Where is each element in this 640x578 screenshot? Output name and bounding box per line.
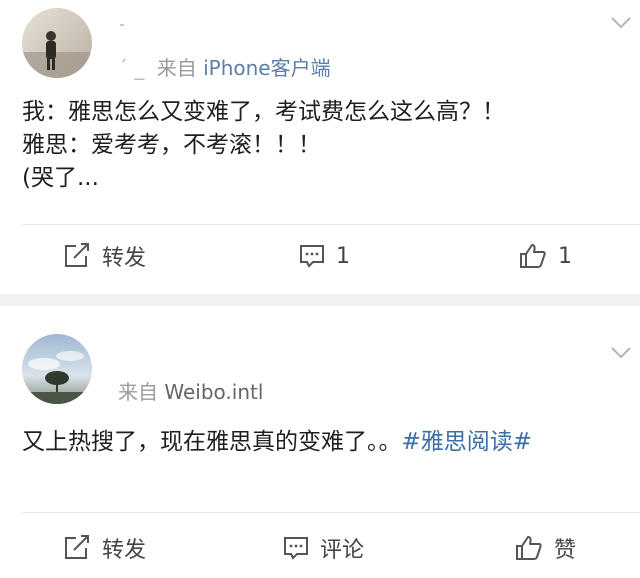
post-source: ˊ _ 来自 iPhone客户端 <box>118 56 331 80</box>
source-device-link[interactable]: iPhone客户端 <box>203 56 331 80</box>
source-device-link[interactable]: Weibo.intl <box>164 380 263 404</box>
weibo-post-1: ˊ _ 来自 iPhone客户端 我：雅思怎么又变难了，考试费怎么这么高？！ 雅… <box>0 0 640 294</box>
like-label: 赞 <box>554 538 577 563</box>
divider <box>22 512 640 513</box>
repost-icon <box>65 243 89 267</box>
comment-count: 1 <box>336 243 350 269</box>
like-icon <box>520 244 546 268</box>
user-avatar[interactable] <box>22 334 92 404</box>
repost-label: 转发 <box>102 538 147 563</box>
comment-button[interactable]: 评论 <box>282 524 364 572</box>
user-avatar[interactable] <box>22 8 92 78</box>
post-content: 我：雅思怎么又变难了，考试费怎么这么高？！ 雅思：爱考考，不考滚！！！ (哭了.… <box>22 96 622 195</box>
like-count: 1 <box>558 243 572 269</box>
menu-chevron-icon[interactable] <box>610 16 632 30</box>
post-separator <box>0 294 640 306</box>
content-line-3: (哭了... <box>22 165 99 191</box>
repost-label: 转发 <box>102 246 147 271</box>
like-button[interactable]: 赞 <box>514 524 576 572</box>
content-text: 又上热搜了，现在雅思真的变难了。。 <box>22 429 402 455</box>
comment-icon <box>300 245 324 268</box>
repost-button[interactable]: 转发 <box>62 232 146 280</box>
weibo-post-2: 来自 Weibo.intl 又上热搜了，现在雅思真的变难了。。#雅思阅读# 转发… <box>0 306 640 578</box>
comment-button[interactable]: 1 <box>298 232 350 280</box>
blurred-username <box>120 24 124 26</box>
content-line-1: 我：雅思怎么又变难了，考试费怎么这么高？！ <box>22 99 505 125</box>
comment-label: 评论 <box>320 538 365 563</box>
post-actions: 转发 1 1 <box>0 232 640 280</box>
post-source: 来自 Weibo.intl <box>118 380 263 404</box>
repost-button[interactable]: 转发 <box>62 524 146 572</box>
post-actions: 转发 评论 赞 <box>0 524 640 572</box>
source-prefix: 来自 <box>156 56 197 80</box>
post-content: 又上热搜了，现在雅思真的变难了。。#雅思阅读# <box>22 426 622 459</box>
source-prefix: 来自 <box>118 380 158 404</box>
like-button[interactable]: 1 <box>518 232 572 280</box>
repost-icon <box>65 535 89 559</box>
hashtag-link[interactable]: #雅思阅读# <box>402 429 533 455</box>
blurred-username-mark: ˊ _ <box>118 56 145 80</box>
divider <box>22 224 640 225</box>
comment-icon <box>284 537 308 560</box>
content-line-2: 雅思：爱考考，不考滚！！！ <box>22 132 321 158</box>
like-icon <box>516 536 542 560</box>
menu-chevron-icon[interactable] <box>610 346 632 360</box>
